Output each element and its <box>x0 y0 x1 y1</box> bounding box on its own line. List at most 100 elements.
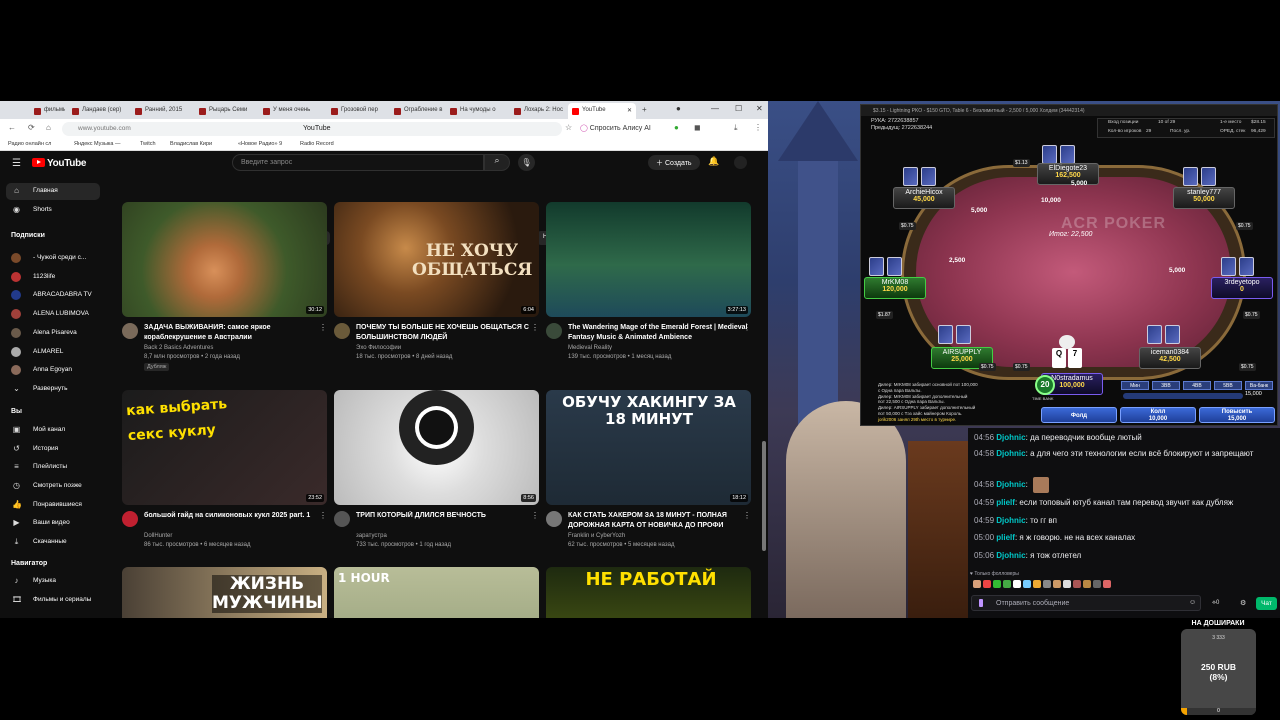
emote-icon[interactable] <box>1013 580 1021 588</box>
chat-settings-icon[interactable]: ⚙ <box>1240 599 1246 607</box>
browser-tab-active[interactable]: YouTube ✕ <box>568 103 636 119</box>
browser-tab[interactable]: На чумоды о <box>446 103 507 119</box>
chat-username[interactable]: Djohnic <box>996 480 1025 489</box>
emote-icon[interactable] <box>1073 580 1081 588</box>
raise-amount[interactable]: 15,000 <box>1245 391 1262 397</box>
avatar[interactable] <box>734 156 747 169</box>
menu-icon[interactable]: ⋮ <box>754 123 762 132</box>
bookmark-item[interactable]: Radio Record <box>300 141 334 147</box>
browser-tab[interactable]: Рыцарь Семи <box>195 103 256 119</box>
search-button[interactable]: ⌕ <box>484 154 510 171</box>
sidebar-subscription[interactable]: ALMAREL <box>6 344 100 361</box>
emote-icon[interactable] <box>983 580 991 588</box>
video-title[interactable]: большой гайд на силиконовых кукл 2025 pa… <box>144 511 324 521</box>
channel-name[interactable]: заратустра <box>356 533 387 539</box>
player-seat[interactable]: MrKM08 120,000 <box>864 277 926 299</box>
video-thumbnail[interactable]: 30:12 <box>122 202 327 317</box>
home-browser-icon[interactable]: ⌂ <box>46 123 51 132</box>
video-title[interactable]: ЗАДАЧА ВЫЖИВАНИЯ: самое яркое кораблекру… <box>144 323 324 343</box>
bookmark-item[interactable]: Twitch <box>140 141 156 147</box>
browser-tab[interactable]: Ограбление в <box>390 103 443 119</box>
channel-name[interactable]: Medieval Reality <box>568 345 612 351</box>
channel-avatar[interactable] <box>334 511 350 527</box>
subscriptions-heading[interactable]: Подписки <box>11 232 45 239</box>
channel-name[interactable]: Back 2 Basics Adventures <box>144 345 213 351</box>
chat-username[interactable]: plielf <box>996 533 1015 542</box>
emote-icon[interactable] <box>1083 580 1091 588</box>
chat-username[interactable]: plielf <box>996 498 1015 507</box>
sidebar-item-playlists[interactable]: ≡ Плейлисты <box>6 459 100 476</box>
channel-avatar[interactable] <box>122 323 138 339</box>
sidebar-subscription[interactable]: - Чужой среди с... <box>6 250 100 267</box>
chat-username[interactable]: Djohnic <box>996 551 1025 560</box>
browser-tab[interactable]: фильмы <box>30 103 65 119</box>
emote-icon[interactable] <box>1003 580 1011 588</box>
channel-avatar[interactable] <box>334 323 350 339</box>
more-options-icon[interactable]: ⋮ <box>531 323 539 332</box>
points-icon[interactable]: ⟡0 <box>1212 600 1219 607</box>
emote-icon[interactable] <box>1043 580 1051 588</box>
sidebar-subscription[interactable]: Alena Pisareva <box>6 325 100 342</box>
emote-icon[interactable] <box>973 580 981 588</box>
sidebar-item-like[interactable]: 👍 Понравившиеся <box>6 497 100 514</box>
fold-button[interactable]: Фолд <box>1041 407 1117 423</box>
youtube-logo[interactable]: YouTube <box>32 158 87 169</box>
player-seat[interactable]: stanley777 50,000 <box>1173 187 1235 209</box>
sidebar-subscription[interactable]: 1123life <box>6 269 100 286</box>
raise-preset-button[interactable]: Ва-банк <box>1245 381 1273 390</box>
more-options-icon[interactable]: ⋮ <box>319 323 327 332</box>
bookmark-star-icon[interactable]: ☆ <box>565 123 572 132</box>
emote-icon[interactable] <box>1053 580 1061 588</box>
chat-input[interactable]: Отправить сообщение <box>971 595 1201 611</box>
browser-tab[interactable]: Лохарь 2: Нос <box>510 103 563 119</box>
new-tab-icon[interactable]: + <box>642 105 647 114</box>
more-options-icon[interactable]: ⋮ <box>531 511 539 520</box>
alice-button[interactable]: ◯ Спросить Алису AI <box>580 124 651 132</box>
emote-picker-icon[interactable]: ☺ <box>1189 599 1196 606</box>
more-options-icon[interactable]: ⋮ <box>743 511 751 520</box>
sidebar-item-home[interactable]: ⌂ Главная <box>6 183 100 200</box>
video-thumbnail[interactable]: 8:56 <box>334 390 539 505</box>
channel-name[interactable]: DollHunter <box>144 533 172 539</box>
scrollbar[interactable] <box>762 441 766 551</box>
video-thumbnail[interactable]: 23:52 как выбрать секс куклу <box>122 390 327 505</box>
profile-icon[interactable]: ● <box>676 104 681 113</box>
sidebar-subscription[interactable]: ABRACADABRA TV <box>6 287 100 304</box>
sidebar-subscription[interactable]: Anna Egoyan <box>6 362 100 379</box>
raise-slider[interactable] <box>1123 393 1243 399</box>
reload-icon[interactable]: ⟳ <box>28 123 35 132</box>
video-title[interactable]: The Wandering Mage of the Emerald Forest… <box>568 323 748 343</box>
extension-icon[interactable]: ◼ <box>694 123 701 132</box>
extension-icon[interactable]: ● <box>674 123 679 132</box>
bookmark-item[interactable]: Яндекс Музыка — <box>74 141 121 147</box>
sidebar-item-watch-later[interactable]: ◷ Смотреть позже <box>6 478 100 495</box>
player-seat[interactable]: ElDiegote23 162,500 <box>1037 163 1099 185</box>
browser-tab[interactable]: Ранний, 2015 <box>131 103 192 119</box>
chat-send-button[interactable]: Чат <box>1256 597 1277 610</box>
emote-icon[interactable] <box>993 580 1001 588</box>
video-thumbnail[interactable]: 18:12 ОБУЧУ ХАКИНГУ ЗА 18 МИНУТ <box>546 390 751 505</box>
video-title[interactable]: КАК СТАТЬ ХАКЕРОМ ЗА 18 МИНУТ - ПОЛНАЯ Д… <box>568 511 748 531</box>
notifications-icon[interactable]: 🔔 <box>708 156 719 167</box>
channel-name[interactable]: Эхо Философии <box>356 345 401 351</box>
more-options-icon[interactable]: ⋮ <box>319 511 327 520</box>
expand-button[interactable]: ⌄ Развернуть <box>6 381 100 398</box>
create-button[interactable]: ＋ Создать <box>648 155 700 170</box>
sidebar-item-history[interactable]: ↺ История <box>6 441 100 458</box>
video-thumbnail[interactable]: 1 HOUR <box>334 567 539 618</box>
video-thumbnail[interactable]: ЖИЗНЬ МУЖЧИНЫ <box>122 567 327 618</box>
back-icon[interactable]: ← <box>8 123 16 132</box>
sidebar-item-movies[interactable]: 🎞 Фильмы и сериалы <box>6 592 100 609</box>
chat-username[interactable]: Djohnic <box>996 433 1025 442</box>
browser-tab[interactable]: Грозовой пер <box>327 103 387 119</box>
emote-icon[interactable] <box>1033 580 1041 588</box>
raise-preset-button[interactable]: 4BB <box>1183 381 1211 390</box>
bookmark-item[interactable]: «Новое Радио» 9 <box>238 141 282 147</box>
channel-avatar[interactable] <box>122 511 138 527</box>
player-seat[interactable]: ArchieHicox 45,000 <box>893 187 955 209</box>
emote-icon[interactable] <box>1103 580 1111 588</box>
video-thumbnail[interactable]: 3:27:13 <box>546 202 751 317</box>
video-title[interactable]: ТРИП КОТОРЫЙ ДЛИЛСЯ ВЕЧНОСТЬ <box>356 511 536 521</box>
close-window-icon[interactable]: ✕ <box>756 104 763 113</box>
player-seat[interactable]: 3rdeyetopo 0 <box>1211 277 1273 299</box>
